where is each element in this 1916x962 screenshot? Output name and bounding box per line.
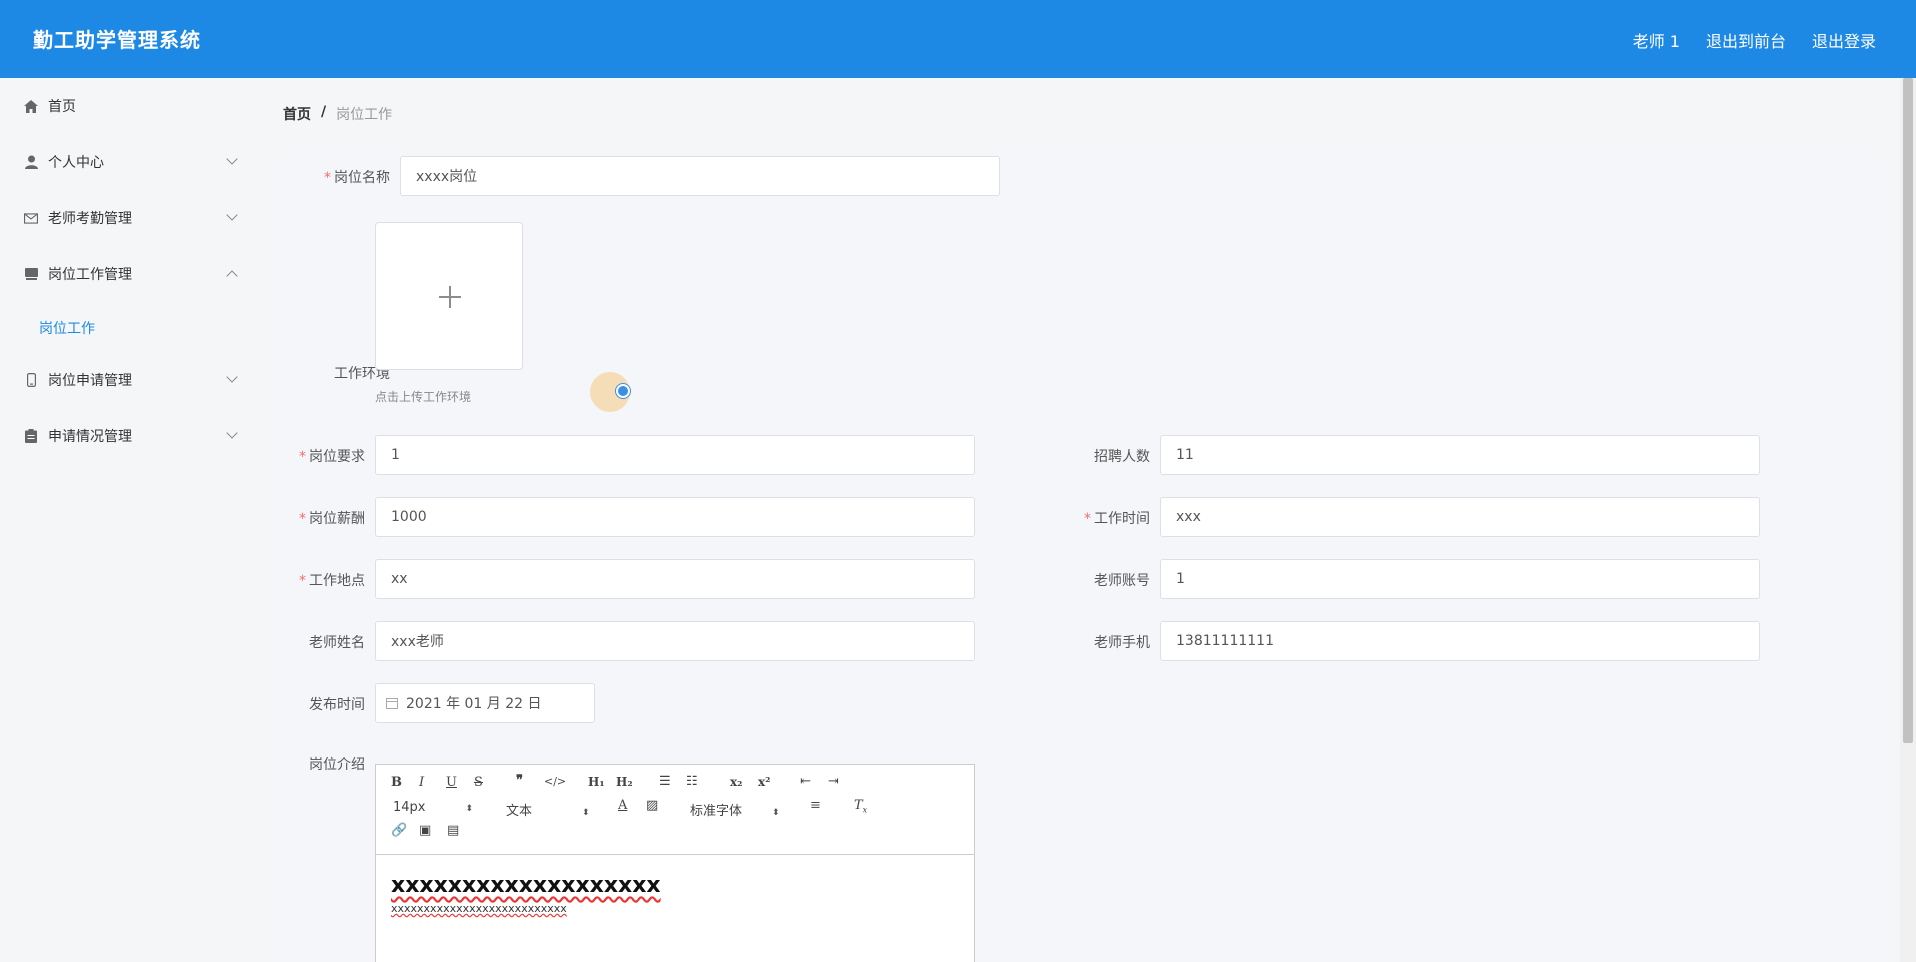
breadcrumb-separator: / [321,104,327,120]
sidebar-item-application[interactable]: 岗位申请管理 [0,360,255,400]
outdent-icon[interactable]: ⇤ [800,774,811,789]
italic-icon[interactable]: I [419,775,424,790]
heading1-icon[interactable]: H₁ [588,775,605,789]
sidebar-item-attendance[interactable]: 老师考勤管理 [0,198,255,238]
background-color-icon[interactable]: ▨ [646,798,658,813]
sidebar-subitem-job[interactable]: 岗位工作 [39,318,95,338]
editor-body-text: xxxxxxxxxxxxxxxxxxxxxxxxxxx [391,902,567,915]
job-name-input[interactable]: xxxx岗位 [400,156,1000,196]
heading2-icon[interactable]: H₂ [616,775,633,789]
clipboard-icon [24,429,38,443]
user-name-link[interactable]: 老师 1 [1633,28,1680,52]
sidebar-item-home[interactable]: 首页 [0,86,255,126]
sidebar-item-label: 岗位申请管理 [48,373,132,389]
teacher-account-input[interactable]: 1 [1160,559,1760,599]
work-time-label: * 工作时间 [1084,511,1150,527]
rich-text-editor: B I U S ❞ </> H₁ H₂ ☰ ☷ x₂ x² ⇤ ⇥ 14px ⬍ … [375,764,975,962]
header-links: 老师 1 退出到前台 退出登录 [1633,28,1876,52]
sidebar-item-personal[interactable]: 个人中心 [0,142,255,182]
superscript-icon[interactable]: x² [758,775,770,789]
headcount-input[interactable]: 11 [1160,435,1760,475]
editor-toolbar: B I U S ❞ </> H₁ H₂ ☰ ☷ x₂ x² ⇤ ⇥ 14px ⬍ … [376,765,974,855]
requirement-input[interactable]: 1 [375,435,975,475]
block-format-select[interactable]: 文本 ⬍ [506,800,590,819]
home-icon [24,99,38,113]
bold-icon[interactable]: B [391,775,402,790]
breadcrumb-home[interactable]: 首页 [283,104,311,124]
logout-link[interactable]: 退出登录 [1812,28,1876,52]
link-icon[interactable]: 🔗 [391,823,407,838]
sidebar-item-status[interactable]: 申请情况管理 [0,416,255,456]
font-size-select[interactable]: 14px ⬍ [393,800,473,815]
image-icon[interactable]: ▣ [419,823,431,838]
job-intro-label: 岗位介绍 [309,757,365,773]
chevron-up-icon [226,270,238,282]
headcount-label: 招聘人数 [1094,449,1150,465]
sidebar-item-label: 岗位工作管理 [48,267,132,283]
code-icon[interactable]: </> [544,775,566,788]
cursor-dot-icon [616,384,630,398]
page-scrollbar[interactable] [1900,78,1916,962]
bullet-list-icon[interactable]: ☷ [686,774,698,789]
sidebar-item-label: 申请情况管理 [48,429,132,445]
top-header: 勤工助学管理系统 老师 1 退出到前台 退出登录 [0,0,1916,78]
publish-date-value: 2021 年 01 月 22 日 [406,696,542,712]
indent-icon[interactable]: ⇥ [828,774,839,789]
exit-to-front-link[interactable]: 退出到前台 [1706,28,1786,52]
publish-date-picker[interactable]: 2021 年 01 月 22 日 [375,683,595,723]
strikethrough-icon[interactable]: S [474,775,483,790]
salary-label: * 岗位薪酬 [299,511,365,527]
breadcrumb-current: 岗位工作 [336,107,393,123]
video-icon[interactable]: ▤ [447,823,459,838]
chevron-down-icon [226,427,238,439]
calendar-icon [386,697,398,709]
app-title: 勤工助学管理系统 [33,28,201,52]
stack-icon [24,267,38,281]
teacher-name-input[interactable]: xxx老师 [375,621,975,661]
chevron-down-icon [226,371,238,383]
teacher-phone-label: 老师手机 [1094,635,1150,651]
upload-hint: 点击上传工作环境 [375,390,472,404]
underline-icon[interactable]: U [446,775,457,790]
font-color-icon[interactable]: A [618,798,627,813]
ordered-list-icon[interactable]: ☰ [659,774,671,789]
chevron-down-icon [226,153,238,165]
editor-content[interactable]: xxxxxxxxxxxxxxxxxxx xxxxxxxxxxxxxxxxxxxx… [376,855,974,933]
teacher-account-label: 老师账号 [1094,573,1150,589]
clear-format-icon[interactable]: Tx [854,798,867,815]
teacher-name-label: 老师姓名 [309,635,365,651]
user-icon [24,155,38,169]
breadcrumb: 首页 / 岗位工作 [283,104,392,124]
job-name-label: * 岗位名称 [324,170,390,186]
publish-time-label: 发布时间 [309,697,365,713]
font-family-select[interactable]: 标准字体 ⬍ [690,800,780,819]
image-upload-box[interactable] [375,222,523,370]
subscript-icon[interactable]: x₂ [730,775,742,789]
align-icon[interactable]: ≡ [810,798,821,813]
editor-heading-text: xxxxxxxxxxxxxxxxxxx [391,873,661,898]
sidebar-item-label: 首页 [48,99,76,115]
location-input[interactable]: xx [375,559,975,599]
quote-icon[interactable]: ❞ [516,773,523,788]
salary-input[interactable]: 1000 [375,497,975,537]
scrollbar-thumb[interactable] [1903,78,1913,743]
phone-icon [24,373,38,387]
location-label: * 工作地点 [299,573,365,589]
sidebar-item-label: 个人中心 [48,155,104,171]
sidebar-item-job-management[interactable]: 岗位工作管理 [0,254,255,294]
mail-icon [24,211,38,225]
chevron-down-icon [226,209,238,221]
teacher-phone-input[interactable]: 13811111111 [1160,621,1760,661]
sidebar: 首页 个人中心 老师考勤管理 岗位工作管理 岗位工作 岗位申请管理 申请情况管理 [0,78,255,962]
sidebar-item-label: 老师考勤管理 [48,211,132,227]
work-time-input[interactable]: xxx [1160,497,1760,537]
requirement-label: * 岗位要求 [299,449,365,465]
